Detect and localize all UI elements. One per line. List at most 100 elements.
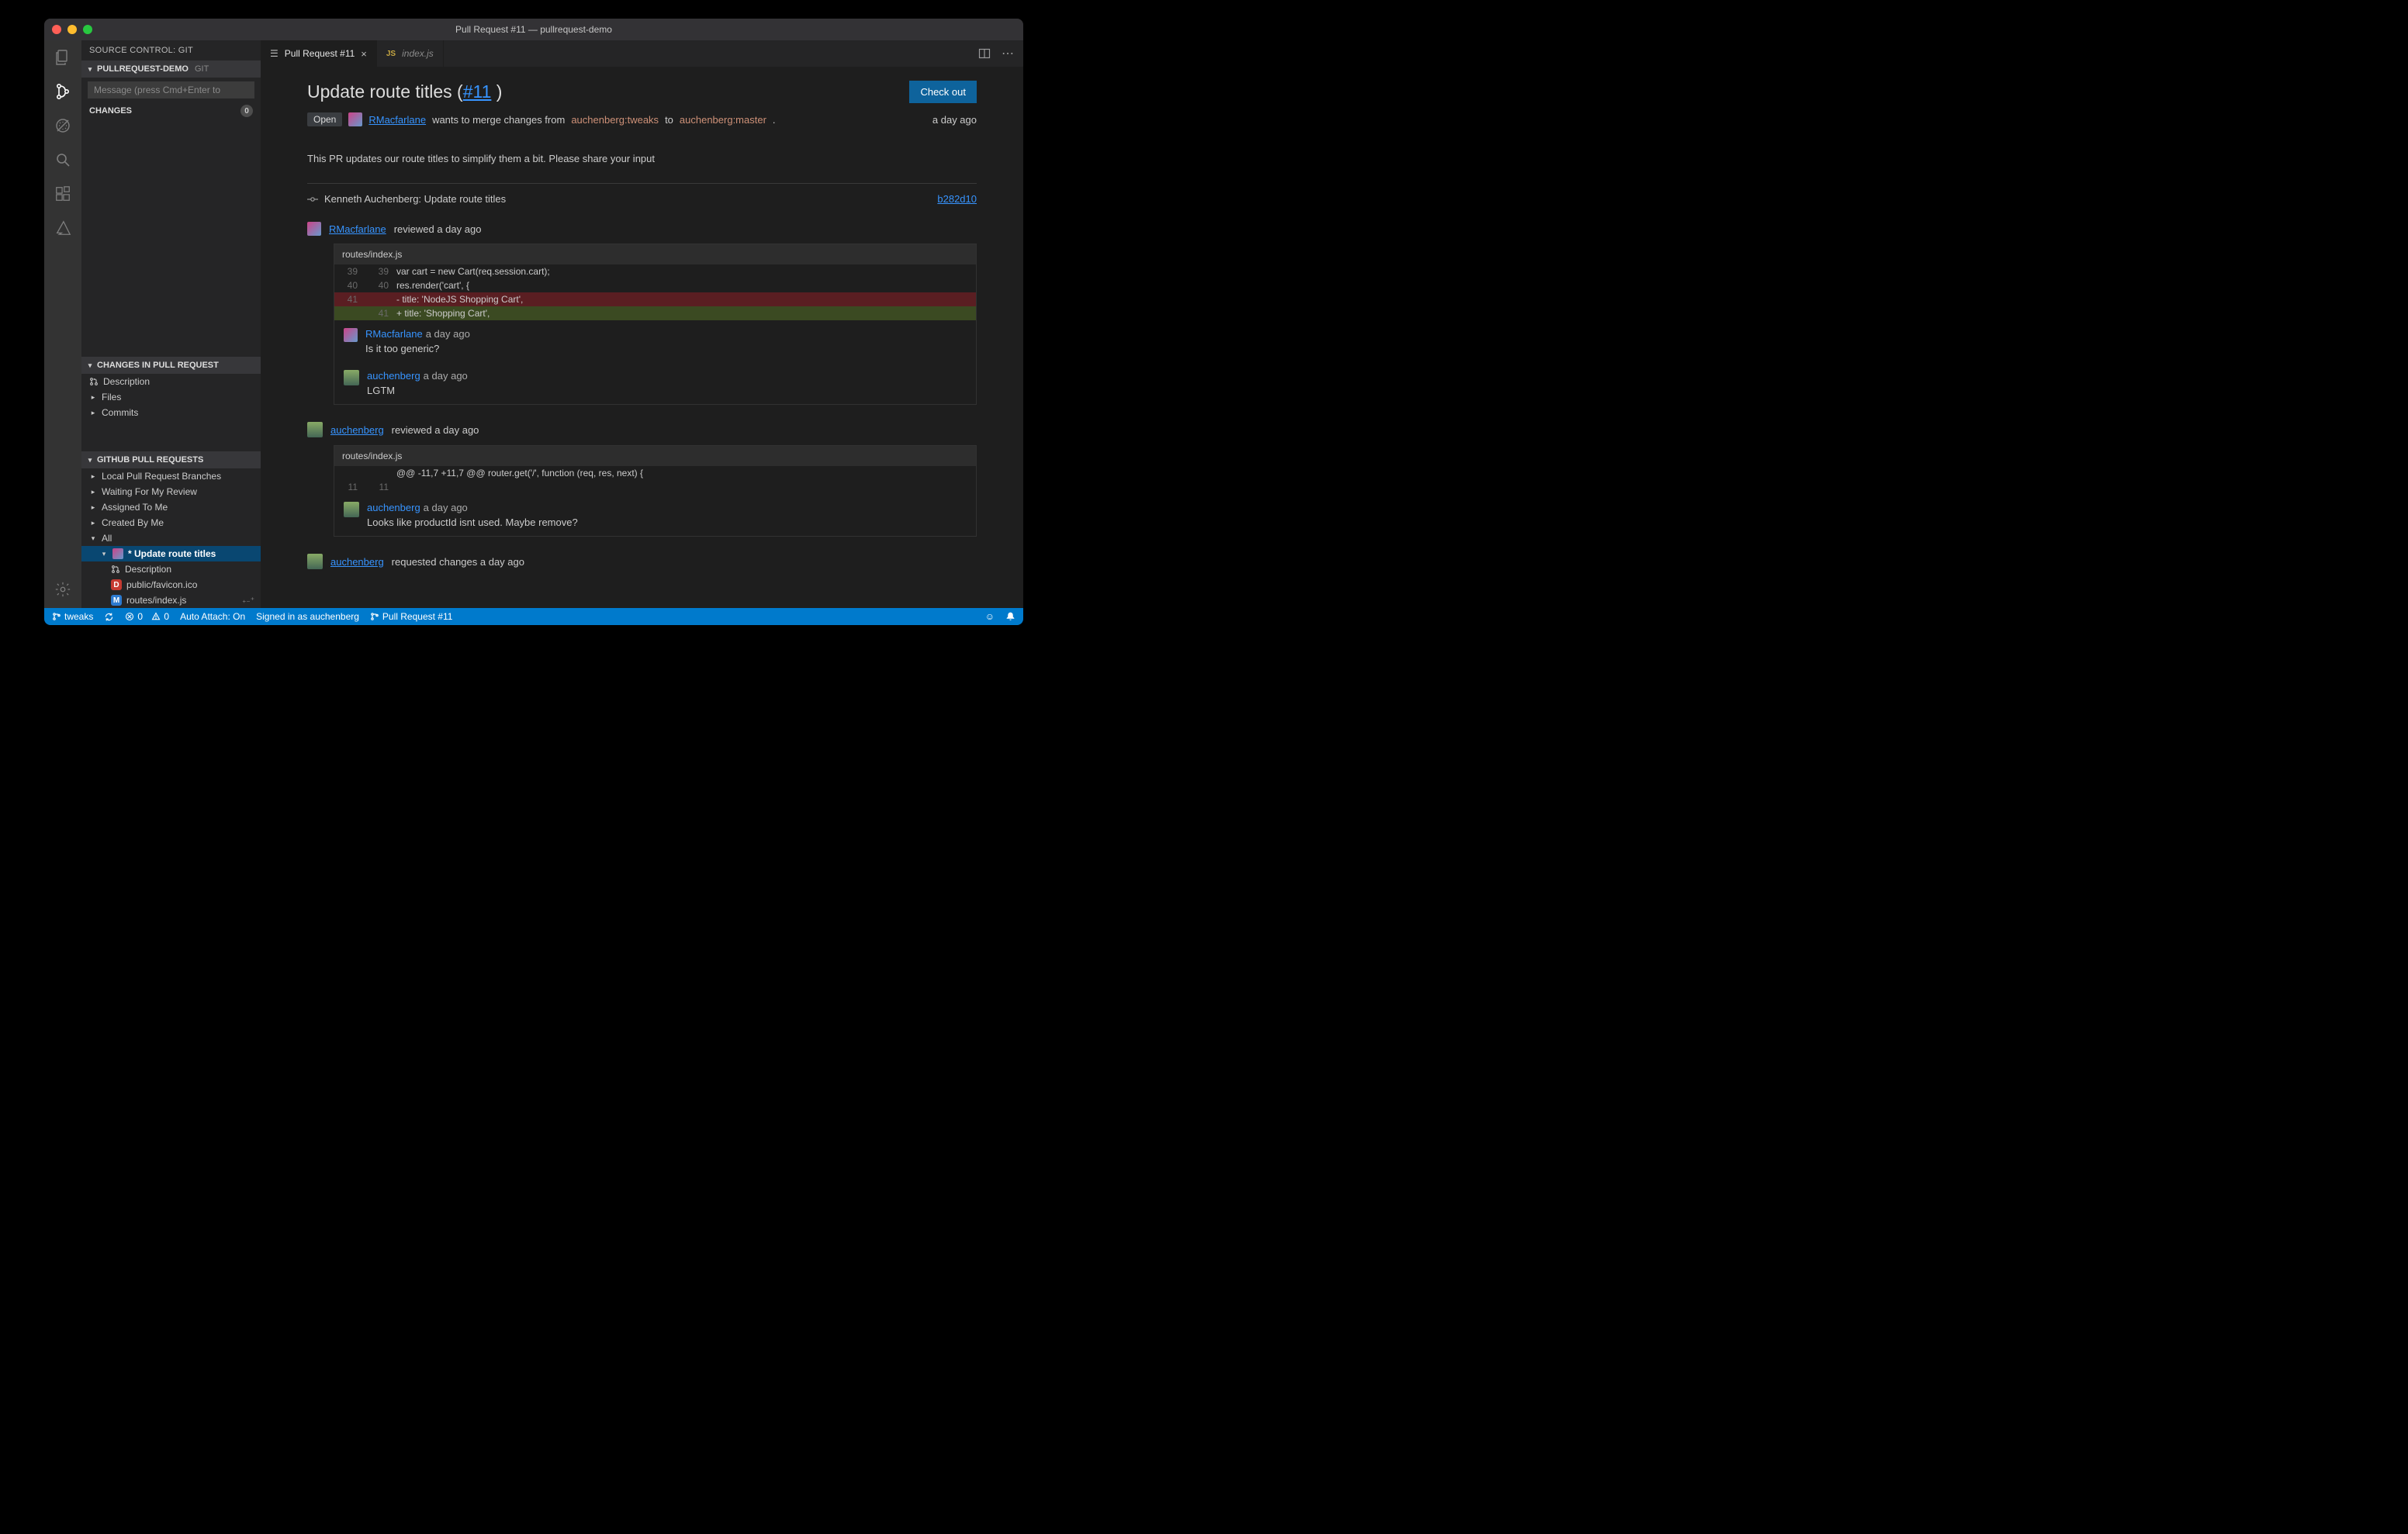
comment-author[interactable]: auchenberg	[367, 502, 420, 513]
reviewer-link[interactable]: auchenberg	[330, 556, 384, 568]
editor-area: ☰ Pull Request #11 × JS index.js ⋯ Updat…	[261, 40, 1023, 608]
chevron-right-icon: ▸	[89, 409, 97, 417]
chevron-icon: ▾	[89, 534, 97, 543]
list-item-label: All	[102, 533, 112, 544]
comment-text: Is it too generic?	[365, 343, 470, 354]
changes-in-pr-header[interactable]: ▾ CHANGES IN PULL REQUEST	[81, 357, 261, 374]
from-branch: auchenberg:tweaks	[571, 114, 659, 126]
pr-description: This PR updates our route titles to simp…	[307, 153, 977, 164]
pr-header: Update route titles (#11 ) Check out	[307, 81, 977, 103]
avatar	[344, 502, 359, 517]
pr-description-item[interactable]: Description	[81, 374, 261, 389]
minimize-window[interactable]	[67, 25, 77, 34]
problems-indicator[interactable]: 0 0	[125, 611, 169, 622]
extensions-icon[interactable]	[52, 183, 74, 205]
window-title: Pull Request #11 — pullrequest-demo	[44, 24, 1023, 35]
sync-button[interactable]	[104, 612, 114, 622]
changes-count: 0	[240, 105, 253, 117]
feedback-icon[interactable]: ☺	[985, 611, 995, 622]
avatar	[344, 370, 359, 385]
zoom-window[interactable]	[83, 25, 92, 34]
chevron-down-icon: ▾	[100, 550, 108, 558]
review-header: auchenbergreviewed a day ago	[307, 422, 977, 437]
comment-author[interactable]: RMacfarlane	[365, 328, 423, 340]
list-item-label: Assigned To Me	[102, 502, 168, 513]
list-item-label: public/favicon.ico	[126, 579, 197, 590]
checkout-button[interactable]: Check out	[909, 81, 977, 103]
commit-icon	[307, 194, 318, 205]
reviewer-link[interactable]: auchenberg	[330, 424, 384, 436]
source-control-icon[interactable]	[52, 81, 74, 102]
comment-author[interactable]: auchenberg	[367, 370, 420, 382]
window-body: SOURCE CONTROL: GIT ▾ PULLREQUEST-DEMO G…	[44, 40, 1023, 608]
tab-pull-request[interactable]: ☰ Pull Request #11 ×	[261, 40, 377, 67]
reviewer-link[interactable]: RMacfarlane	[329, 223, 386, 235]
tab-label: index.js	[402, 48, 434, 59]
repo-name: PULLREQUEST-DEMO	[97, 64, 189, 74]
search-icon[interactable]	[52, 149, 74, 171]
diff-file-header[interactable]: routes/index.js	[334, 446, 976, 466]
list-item-label: routes/index.js	[126, 595, 186, 606]
more-icon[interactable]: ⋯	[1002, 46, 1014, 61]
chevron-down-icon: ▾	[86, 65, 94, 74]
tree-item[interactable]: ▸Assigned To Me	[81, 499, 261, 515]
close-window[interactable]	[52, 25, 61, 34]
status-bar: tweaks 0 0 Auto Attach: On Signed in as …	[44, 608, 1023, 625]
repo-header[interactable]: ▾ PULLREQUEST-DEMO GIT	[81, 60, 261, 78]
commit-line: Kenneth Auchenberg: Update route titles …	[307, 193, 977, 205]
pr-content: Update route titles (#11 ) Check out Ope…	[261, 67, 1023, 608]
changes-label: CHANGES	[89, 106, 132, 116]
tree-item[interactable]: ▸ Local Pull Request Branches	[81, 468, 261, 484]
list-item-label: Created By Me	[102, 517, 164, 528]
pr-files-item[interactable]: ▸Files	[81, 389, 261, 405]
commit-sha-link[interactable]: b282d10	[937, 193, 977, 205]
list-item-label: Local Pull Request Branches	[102, 471, 221, 482]
bell-icon[interactable]	[1005, 611, 1015, 622]
github-pr-header[interactable]: ▾ GITHUB PULL REQUESTS	[81, 451, 261, 468]
diff-file-header[interactable]: routes/index.js	[334, 244, 976, 264]
comment-time: a day ago	[424, 370, 468, 382]
file-decoration: ₊₋⁺	[242, 596, 261, 605]
tree-item[interactable]: ▸Waiting For My Review	[81, 484, 261, 499]
tree-item[interactable]: ▸ Created By Me	[81, 515, 261, 530]
chevron-icon: ▸	[89, 472, 97, 481]
to-branch: auchenberg:master	[680, 114, 766, 126]
tree-item[interactable]: ▾ All	[81, 530, 261, 546]
author-link[interactable]: RMacfarlane	[368, 114, 426, 126]
gear-icon[interactable]	[52, 579, 74, 600]
split-editor-icon[interactable]	[978, 47, 991, 60]
sidebar-title: SOURCE CONTROL: GIT	[81, 40, 261, 60]
close-icon[interactable]: ×	[361, 48, 367, 60]
pr-indicator[interactable]: Pull Request #11	[370, 611, 453, 622]
tree-item[interactable]: Mroutes/index.js ₊₋⁺	[81, 593, 261, 608]
tab-indexjs[interactable]: JS index.js	[377, 40, 444, 67]
tree-item[interactable]: Description	[81, 561, 261, 577]
titlebar[interactable]: Pull Request #11 — pullrequest-demo	[44, 19, 1023, 40]
branch-indicator[interactable]: tweaks	[52, 611, 93, 622]
azure-icon[interactable]	[52, 217, 74, 239]
modified-icon: M	[111, 595, 122, 606]
commit-message-input[interactable]: Message (press Cmd+Enter to	[88, 81, 254, 98]
pr-commits-item[interactable]: ▸ Commits	[81, 405, 261, 420]
list-item-label: Commits	[102, 407, 138, 418]
diff-box: routes/index.js@@ -11,7 +11,7 @@ router.…	[334, 445, 977, 537]
diff-table: 3939var cart = new Cart(req.session.cart…	[334, 264, 976, 320]
pr-subheader: Open RMacfarlane wants to merge changes …	[307, 112, 977, 126]
list-item-label: Files	[102, 392, 121, 403]
tree-item[interactable]: Dpublic/favicon.ico	[81, 577, 261, 593]
auto-attach-indicator[interactable]: Auto Attach: On	[180, 611, 245, 622]
review-verb: reviewed a day ago	[394, 223, 482, 235]
list-item-label: Waiting For My Review	[102, 486, 197, 497]
debug-disabled-icon[interactable]	[52, 115, 74, 136]
chevron-icon: ▸	[89, 519, 97, 527]
review-comment: auchenberga day agoLooks like productId …	[334, 494, 976, 536]
merge-text: to	[665, 114, 673, 126]
signed-in-indicator[interactable]: Signed in as auchenberg	[256, 611, 359, 622]
pr-icon	[89, 377, 99, 386]
pr-number-link[interactable]: #11	[463, 81, 492, 102]
list-item-label: * Update route titles	[128, 548, 216, 559]
files-icon[interactable]	[52, 47, 74, 68]
commit-title: Kenneth Auchenberg: Update route titles	[324, 193, 506, 205]
changes-row[interactable]: CHANGES 0	[81, 102, 261, 119]
tree-item-selected[interactable]: ▾ * Update route titles	[81, 546, 261, 561]
